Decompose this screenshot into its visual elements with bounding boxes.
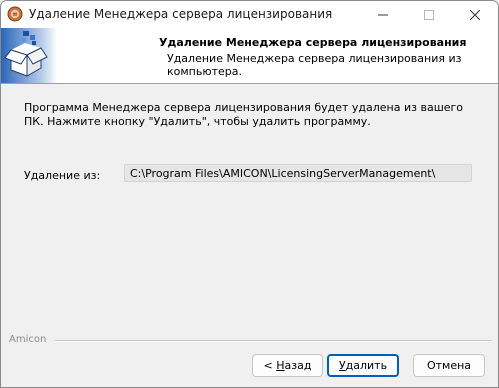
- uninstall-message: Программа Менеджера сервера лицензирован…: [24, 101, 464, 128]
- uninstall-button[interactable]: Удалить: [327, 354, 399, 377]
- cancel-button-label: Отмена: [426, 359, 472, 372]
- wizard-header: Удаление Менеджера сервера лицензировани…: [1, 28, 498, 84]
- header-title: Удаление Менеджера сервера лицензировани…: [159, 36, 467, 49]
- uninstall-path-field: C:\Program Files\AMICON\LicensingServerM…: [124, 164, 472, 182]
- cancel-button[interactable]: Отмена: [413, 354, 485, 377]
- maximize-button[interactable]: [406, 1, 452, 28]
- maximize-icon: [424, 9, 434, 20]
- header-subtitle: Удаление Менеджера сервера лицензировани…: [167, 52, 462, 78]
- close-button[interactable]: [452, 1, 498, 28]
- installer-box-icon: [1, 28, 57, 83]
- title-bar[interactable]: Удаление Менеджера сервера лицензировани…: [1, 1, 498, 28]
- uninstall-button-label: далить: [345, 359, 388, 372]
- uninstall-from-label: Удаление из:: [24, 169, 101, 182]
- minimize-button[interactable]: [360, 1, 406, 28]
- brand-row: Amicon: [9, 334, 492, 346]
- uninstall-window: Удаление Менеджера сервера лицензировани…: [0, 0, 499, 388]
- minimize-icon: [378, 14, 388, 15]
- brand-label: Amicon: [9, 334, 51, 345]
- back-button[interactable]: < Назад: [252, 354, 323, 377]
- back-button-mnemonic: Н: [276, 359, 285, 372]
- back-button-label: азад: [284, 359, 312, 372]
- footer-divider: [55, 340, 492, 342]
- close-icon: [470, 9, 480, 20]
- back-button-prefix: <: [263, 359, 277, 372]
- installer-app-icon: [7, 6, 23, 22]
- window-title: Удаление Менеджера сервера лицензировани…: [29, 7, 333, 21]
- uninstall-button-mnemonic: У: [338, 359, 346, 372]
